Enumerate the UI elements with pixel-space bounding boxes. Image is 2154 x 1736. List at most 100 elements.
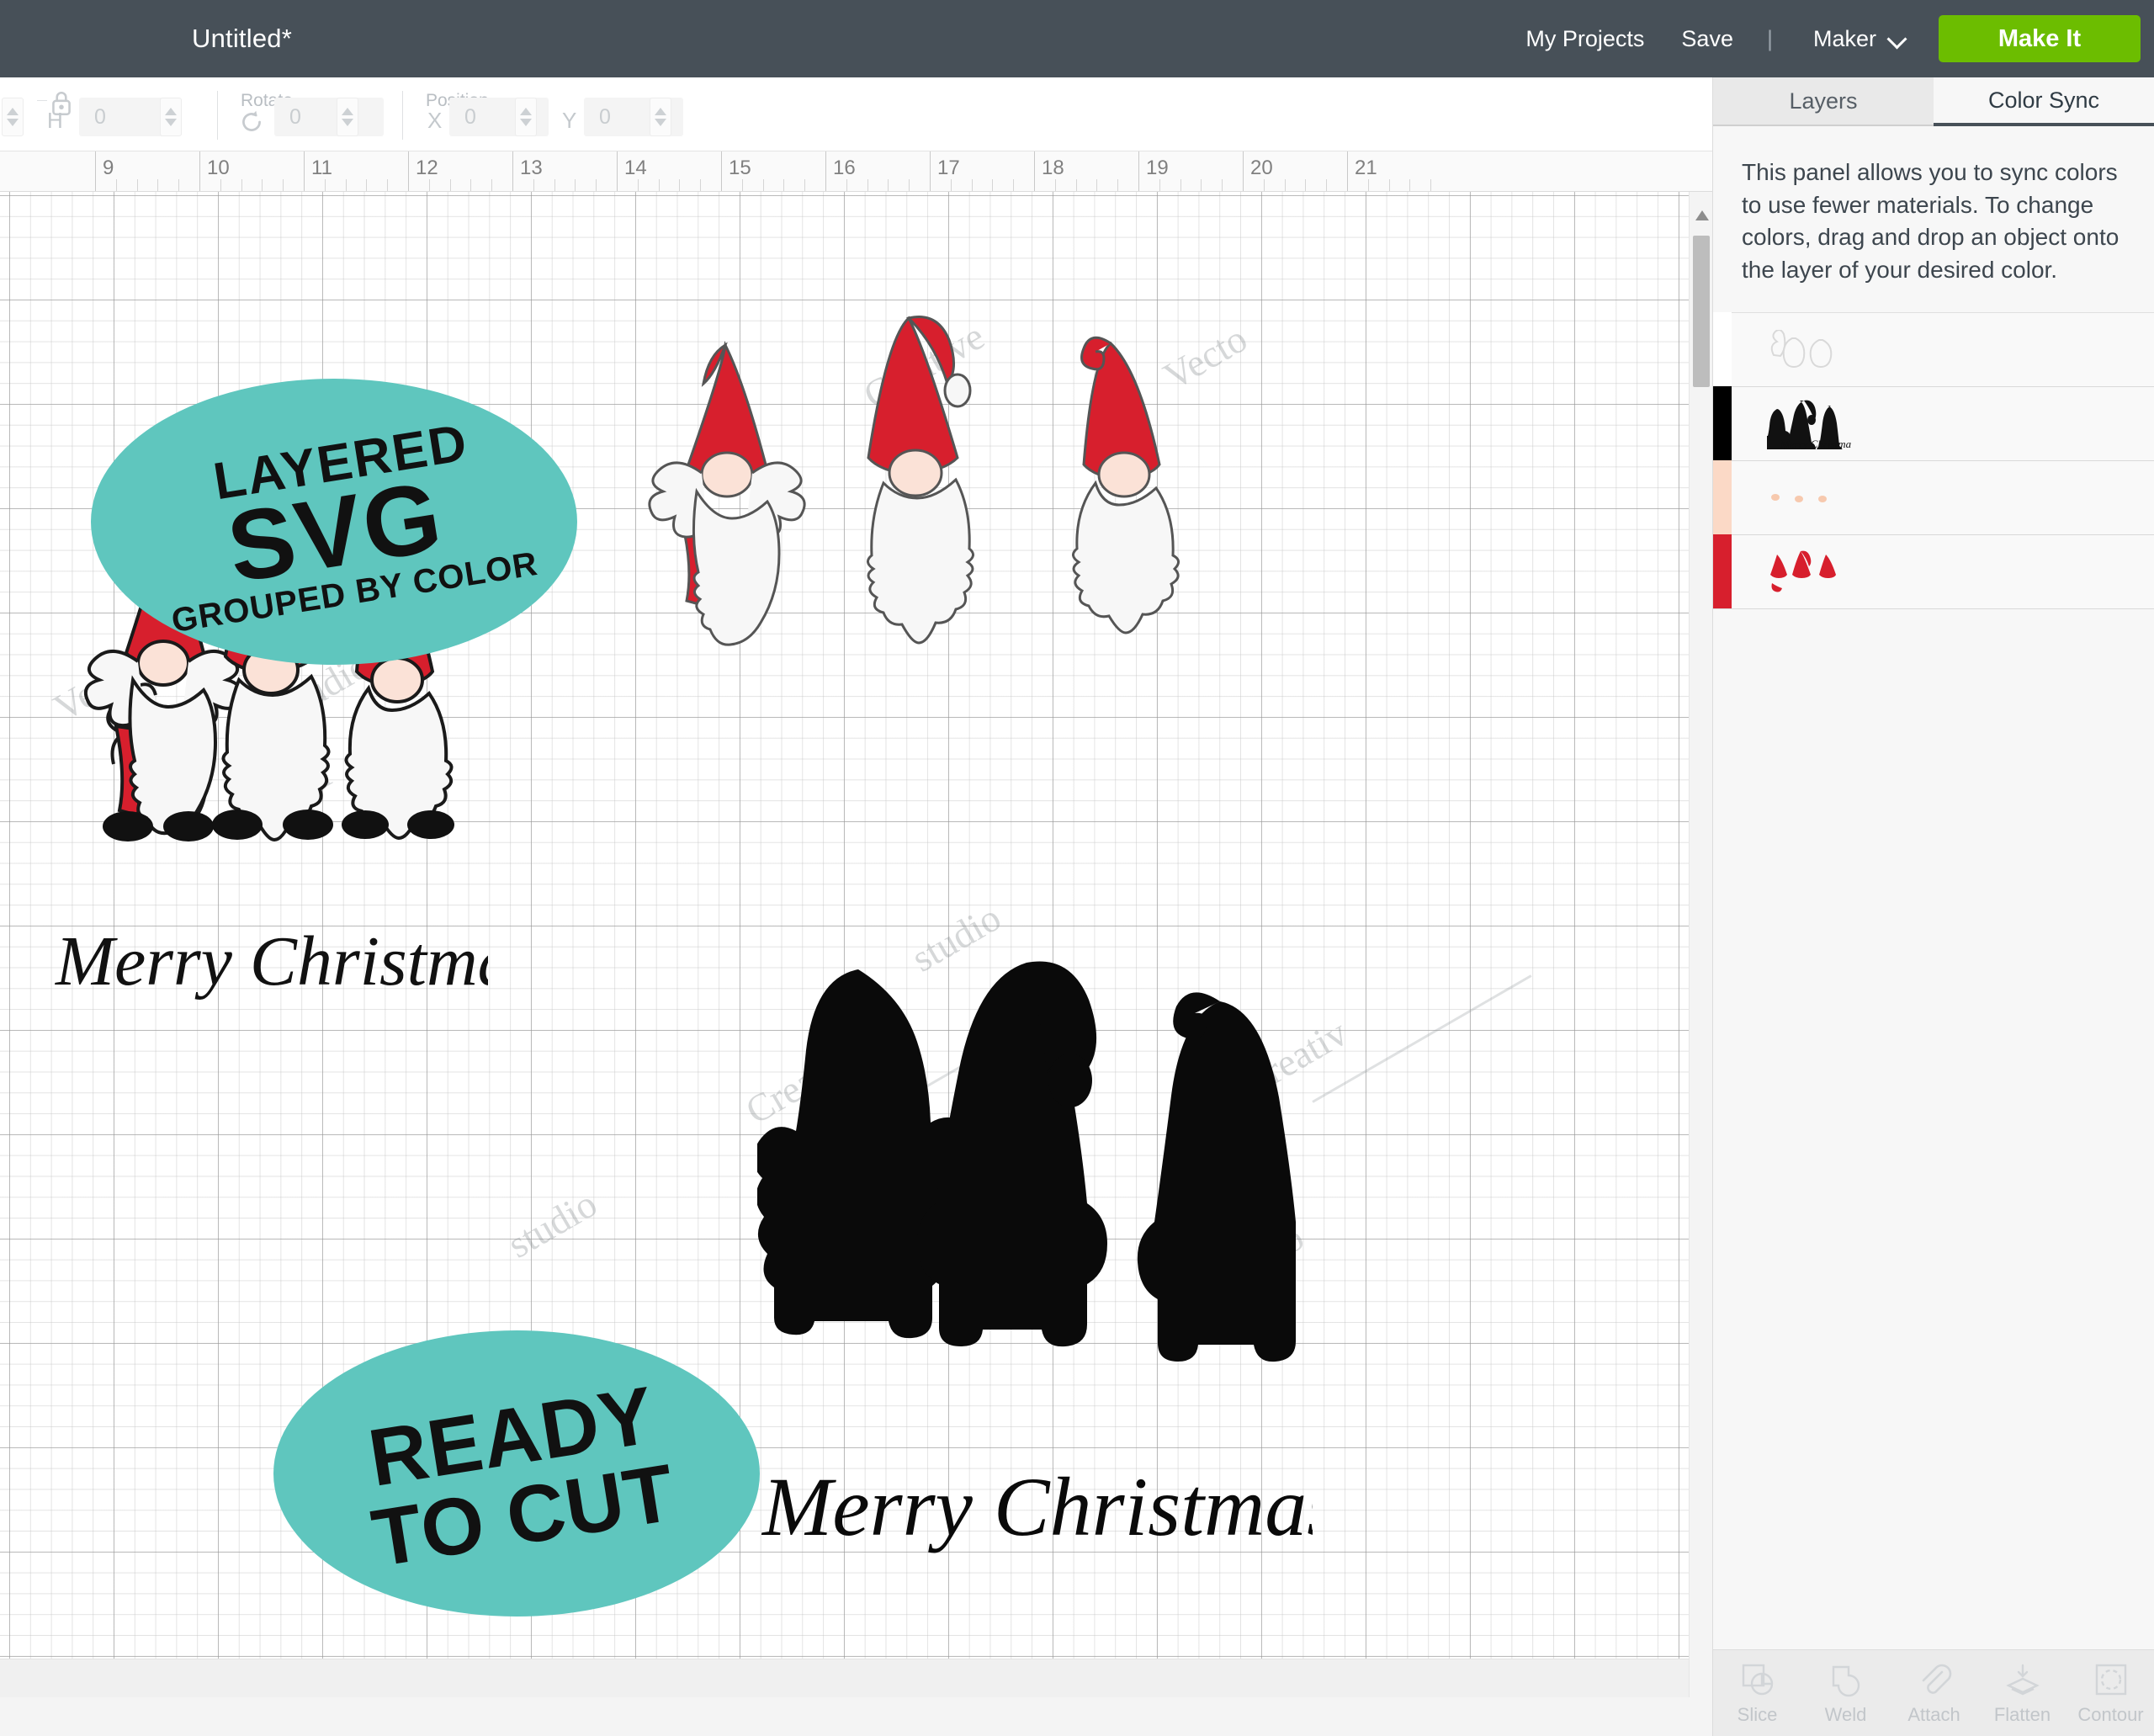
gnome-silhouettes bbox=[757, 961, 1296, 1362]
ruler-mark: 16 bbox=[825, 151, 856, 191]
ruler-mark-label: 21 bbox=[1355, 157, 1377, 179]
badge-ready-to-cut[interactable]: READY TO CUT bbox=[273, 1330, 760, 1617]
vertical-scroll-thumb[interactable] bbox=[1693, 236, 1710, 387]
ruler-mark-label: 12 bbox=[416, 157, 438, 179]
badge-layered-svg[interactable]: LAYERED SVG GROUPED BY COLOR bbox=[91, 379, 577, 665]
layer-thumbnail-skin bbox=[1767, 460, 1848, 534]
tool-attach[interactable]: Attach bbox=[1890, 1650, 1978, 1736]
horizontal-scrollbar[interactable] bbox=[0, 1659, 1712, 1697]
color-swatch-red[interactable] bbox=[1713, 534, 1732, 608]
ruler-tick bbox=[1054, 179, 1056, 191]
rotate-input[interactable]: 0 bbox=[274, 98, 384, 136]
gnome-variants-art[interactable] bbox=[614, 310, 1228, 672]
ruler-tick bbox=[449, 179, 451, 191]
top-bar-actions: My Projects Save | Maker Make It bbox=[1507, 15, 2141, 62]
toolbar-divider-1 bbox=[217, 91, 218, 140]
rotate-icon[interactable] bbox=[237, 108, 266, 136]
ruler-tick bbox=[637, 179, 639, 191]
color-swatch-white[interactable] bbox=[1713, 312, 1732, 386]
ruler-mark-label: 9 bbox=[103, 157, 114, 179]
tab-color-sync[interactable]: Color Sync bbox=[1934, 77, 2154, 126]
ruler-tick bbox=[575, 179, 576, 191]
ruler-tick bbox=[178, 179, 180, 191]
ruler-tick bbox=[1367, 179, 1369, 191]
my-projects-link[interactable]: My Projects bbox=[1507, 26, 1663, 52]
ruler-tick bbox=[136, 179, 138, 191]
tool-contour[interactable]: Contour bbox=[2066, 1650, 2154, 1736]
greeting-text-color: Merry Christmas! bbox=[55, 922, 488, 1001]
top-bar: Untitled* My Projects Save | Maker Make … bbox=[0, 0, 2154, 77]
x-stepper[interactable] bbox=[515, 98, 537, 136]
ruler-tick bbox=[741, 179, 743, 191]
ruler-tick bbox=[1117, 179, 1119, 191]
ruler-mark: 19 bbox=[1138, 151, 1169, 191]
merry-christmas-script-black[interactable]: Merry Christmas! bbox=[757, 1454, 1313, 1563]
ruler-tick bbox=[762, 179, 764, 191]
width-stepper[interactable] bbox=[2, 98, 24, 136]
ruler-mark-label: 18 bbox=[1042, 157, 1064, 179]
toolbar-divider-2 bbox=[402, 91, 403, 140]
ruler-tick bbox=[1075, 179, 1077, 191]
ruler-mark: 14 bbox=[617, 151, 647, 191]
color-sync-row-skin[interactable] bbox=[1713, 460, 2154, 535]
merry-christmas-script-color[interactable]: Merry Christmas! bbox=[50, 916, 488, 1008]
ruler-mark-label: 14 bbox=[624, 157, 647, 179]
ruler-tick bbox=[1326, 179, 1328, 191]
tab-layers[interactable]: Layers bbox=[1713, 77, 1934, 126]
gnome-trio-silhouette-art[interactable] bbox=[757, 958, 1296, 1446]
scroll-up-arrow-icon[interactable] bbox=[1695, 210, 1709, 220]
ruler-tick bbox=[533, 179, 534, 191]
ruler-mark-label: 19 bbox=[1146, 157, 1169, 179]
machine-selector[interactable]: Maker bbox=[1788, 26, 1927, 52]
chevron-down-icon bbox=[1890, 30, 1907, 47]
ruler-tick bbox=[1263, 179, 1265, 191]
ruler-tick bbox=[1430, 179, 1432, 191]
tool-flatten[interactable]: Flatten bbox=[1978, 1650, 2066, 1736]
ruler-tick bbox=[220, 179, 221, 191]
ruler-tick bbox=[1159, 179, 1160, 191]
design-canvas[interactable]: Vector studio studio Creative studio Cre… bbox=[0, 192, 1712, 1697]
save-button[interactable]: Save bbox=[1663, 26, 1752, 52]
color-swatch-skin[interactable] bbox=[1713, 460, 1732, 534]
height-label: H bbox=[47, 108, 63, 133]
y-stepper[interactable] bbox=[650, 98, 671, 136]
ruler-tick bbox=[700, 179, 702, 191]
ruler-mark: 13 bbox=[512, 151, 543, 191]
vertical-scrollbar[interactable] bbox=[1689, 192, 1712, 1697]
height-stepper[interactable] bbox=[160, 98, 182, 136]
tool-slice-label: Slice bbox=[1737, 1704, 1778, 1725]
make-it-button[interactable]: Make It bbox=[1939, 15, 2141, 62]
ruler-tick bbox=[115, 179, 117, 191]
ruler-tick bbox=[1013, 179, 1015, 191]
color-swatch-black[interactable] bbox=[1713, 386, 1732, 460]
layer-thumbnail-white bbox=[1767, 312, 1848, 386]
greeting-text-black: Merry Christmas! bbox=[761, 1460, 1313, 1553]
ruler-tick bbox=[783, 179, 785, 191]
ruler-tick bbox=[1284, 179, 1286, 191]
document-title[interactable]: Untitled* bbox=[192, 24, 292, 54]
ruler-mark: 20 bbox=[1243, 151, 1273, 191]
ruler-tick bbox=[345, 179, 347, 191]
ruler-tick bbox=[157, 179, 159, 191]
ruler-tick bbox=[366, 179, 368, 191]
ruler-mark: 12 bbox=[408, 151, 438, 191]
top-bar-separator: | bbox=[1766, 25, 1773, 51]
ruler-mark: 11 bbox=[304, 151, 332, 191]
tool-slice[interactable]: Slice bbox=[1713, 1650, 1801, 1736]
color-sync-row-red[interactable] bbox=[1713, 534, 2154, 609]
color-sync-row-white[interactable] bbox=[1713, 312, 2154, 387]
ruler-tick bbox=[679, 179, 681, 191]
x-label: X bbox=[427, 108, 443, 133]
layer-thumbnail-red bbox=[1767, 534, 1851, 608]
ruler-mark: 9 bbox=[95, 151, 114, 191]
rotate-stepper[interactable] bbox=[337, 98, 358, 136]
ruler-tick bbox=[867, 179, 868, 191]
tool-weld[interactable]: Weld bbox=[1801, 1650, 1890, 1736]
color-sync-row-black[interactable]: Merry Christmas! bbox=[1713, 386, 2154, 461]
ruler-tick bbox=[909, 179, 910, 191]
ruler-tick bbox=[262, 179, 263, 191]
ruler-mark-label: 13 bbox=[520, 157, 543, 179]
gnome-variant-pom bbox=[867, 316, 974, 645]
ruler-mark-label: 10 bbox=[207, 157, 230, 179]
ruler-mark-label: 16 bbox=[833, 157, 856, 179]
